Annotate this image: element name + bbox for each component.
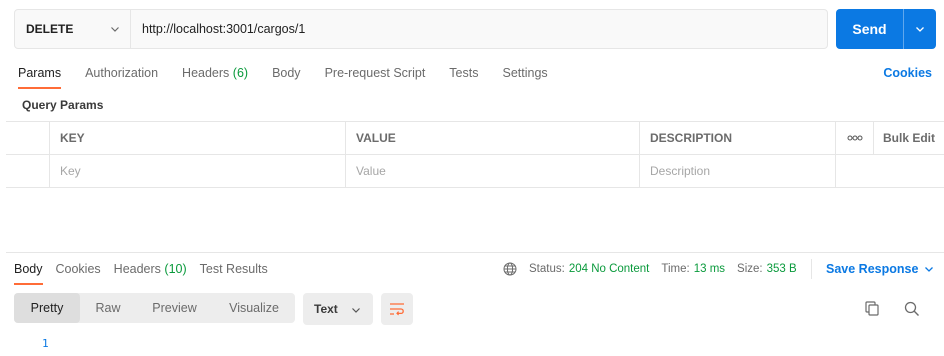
send-button[interactable]: Send: [836, 9, 903, 49]
cookies-link[interactable]: Cookies: [883, 63, 932, 83]
tab-headers[interactable]: Headers (6): [182, 63, 248, 89]
headers-count: (10): [164, 262, 187, 276]
table-row: Key Value Description: [6, 155, 944, 188]
tab-label: Headers: [113, 262, 161, 276]
tab-tests[interactable]: Tests: [449, 63, 478, 89]
view-mode-switch: Pretty Raw Preview Visualize: [14, 293, 295, 323]
size-value[interactable]: 353 B: [767, 263, 797, 275]
globe-icon[interactable]: [503, 262, 517, 276]
save-response-button[interactable]: Save Response: [826, 259, 934, 279]
line-number: 1: [42, 337, 49, 350]
value-input[interactable]: Value: [346, 155, 640, 187]
tab-label: Settings: [502, 66, 548, 80]
tab-settings[interactable]: Settings: [502, 63, 547, 89]
tab-response-cookies[interactable]: Cookies: [56, 259, 101, 285]
query-params-title: Query Params: [22, 98, 104, 112]
tab-pre-request-script[interactable]: Pre-request Script: [325, 63, 426, 89]
view-mode-raw[interactable]: Raw: [80, 293, 136, 323]
chevron-down-icon: [111, 27, 119, 32]
key-input[interactable]: Key: [50, 155, 346, 187]
description-column-header: DESCRIPTION: [640, 122, 836, 154]
response-status-bar: Status: 204 No Content Time: 13 ms Size:…: [503, 259, 812, 279]
search-icon: [904, 301, 919, 316]
method-label: DELETE: [26, 22, 74, 36]
value-column-header: VALUE: [346, 122, 640, 154]
chevron-down-icon: [916, 27, 924, 32]
column-options-button[interactable]: [836, 122, 874, 154]
tab-label: Pre-request Script: [324, 66, 426, 80]
request-bar: DELETE http://localhost:3001/cargos/1: [14, 9, 828, 49]
tab-label: Test Results: [199, 262, 268, 276]
time-label: Time:: [661, 263, 690, 275]
status-label: Status:: [529, 263, 565, 275]
tab-label: Authorization: [85, 66, 159, 80]
send-button-group: Send: [836, 9, 936, 49]
tab-label: Params: [18, 66, 62, 80]
tab-label: Cookies: [55, 262, 101, 276]
tab-test-results[interactable]: Test Results: [200, 259, 268, 285]
more-icon: [847, 135, 862, 141]
divider: [810, 259, 812, 279]
save-response-label: Save Response: [826, 262, 919, 276]
tab-label: Tests: [449, 66, 479, 80]
size-label: Size:: [737, 263, 763, 275]
tab-params[interactable]: Params: [18, 63, 62, 89]
url-text: http://localhost:3001/cargos/1: [142, 22, 306, 36]
chevron-down-icon: [925, 267, 934, 272]
status-value[interactable]: 204 No Content: [569, 263, 650, 275]
row-toggle-column: [6, 122, 50, 154]
request-tabs: Params Authorization Headers (6) Body Pr…: [18, 63, 572, 89]
tab-label: Body: [14, 262, 43, 276]
row-toggle: [6, 155, 50, 187]
key-column-header: KEY: [50, 122, 346, 154]
wrap-lines-button[interactable]: [381, 293, 413, 325]
params-table-header: KEY VALUE DESCRIPTION Bulk Edit: [6, 122, 944, 155]
tab-body[interactable]: Body: [272, 63, 301, 89]
view-mode-pretty[interactable]: Pretty: [14, 293, 80, 323]
time-value[interactable]: 13 ms: [694, 263, 725, 275]
headers-count: (6): [232, 66, 249, 80]
wrap-lines-icon: [390, 303, 404, 316]
pane-divider[interactable]: [6, 252, 944, 253]
tab-response-headers[interactable]: Headers (10): [114, 259, 187, 285]
tab-label: Body: [272, 66, 301, 80]
tab-response-body[interactable]: Body: [14, 259, 43, 285]
search-button[interactable]: [902, 299, 922, 319]
copy-button[interactable]: [862, 299, 882, 319]
view-mode-visualize[interactable]: Visualize: [213, 293, 295, 323]
chevron-down-icon: [352, 308, 360, 313]
copy-icon: [865, 301, 879, 316]
response-tabs: Body Cookies Headers (10) Test Results: [14, 259, 281, 285]
params-table: KEY VALUE DESCRIPTION Bulk Edit Key Valu…: [6, 121, 944, 188]
row-spacer: [836, 155, 944, 187]
format-select[interactable]: Text: [303, 293, 373, 325]
send-options-button[interactable]: [903, 9, 936, 49]
tab-label: Headers: [182, 66, 230, 80]
bulk-edit-button[interactable]: Bulk Edit: [874, 122, 944, 154]
description-input[interactable]: Description: [640, 155, 836, 187]
tab-authorization[interactable]: Authorization: [85, 63, 158, 89]
method-select[interactable]: DELETE: [15, 10, 131, 48]
view-mode-preview[interactable]: Preview: [136, 293, 213, 323]
url-input[interactable]: http://localhost:3001/cargos/1: [131, 10, 827, 48]
format-label: Text: [314, 302, 338, 316]
